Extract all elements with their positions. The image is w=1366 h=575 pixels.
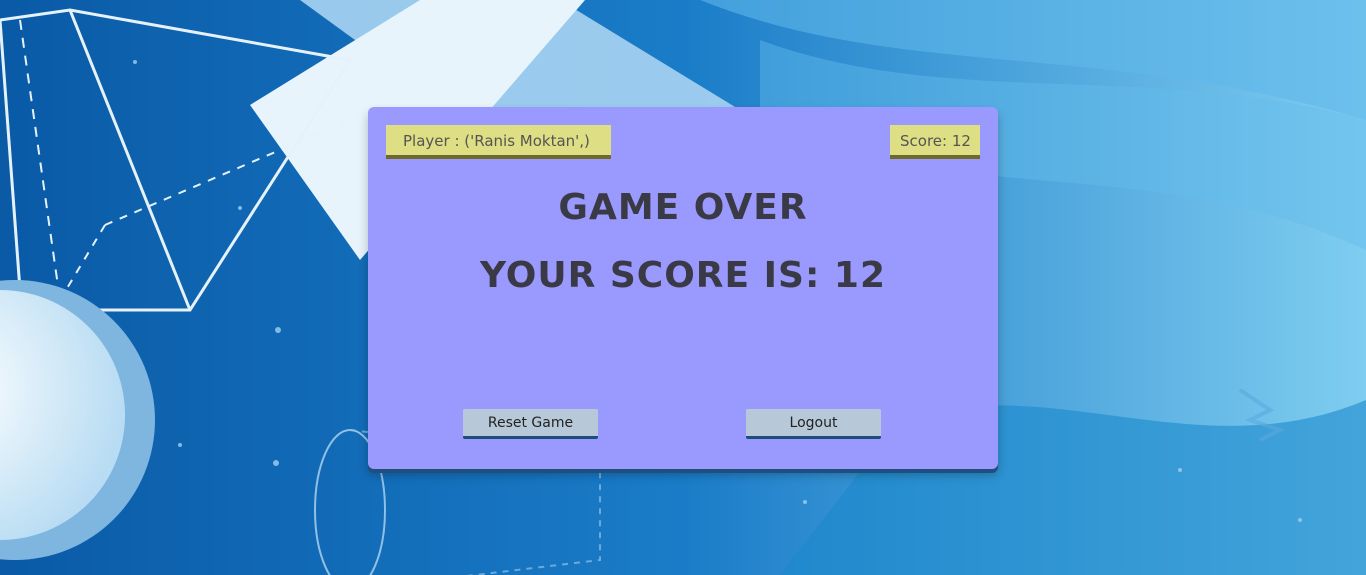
player-name-tag: Player : ('Ranis Moktan',) [386, 125, 611, 159]
game-over-heading: GAME OVER [558, 187, 808, 228]
reset-game-button[interactable]: Reset Game [463, 409, 598, 439]
game-over-card: Player : ('Ranis Moktan',) Score: 12 GAM… [368, 107, 998, 469]
logout-button[interactable]: Logout [746, 409, 881, 439]
score-tag: Score: 12 [890, 125, 980, 159]
final-score-text: YOUR SCORE IS: 12 [479, 255, 887, 296]
